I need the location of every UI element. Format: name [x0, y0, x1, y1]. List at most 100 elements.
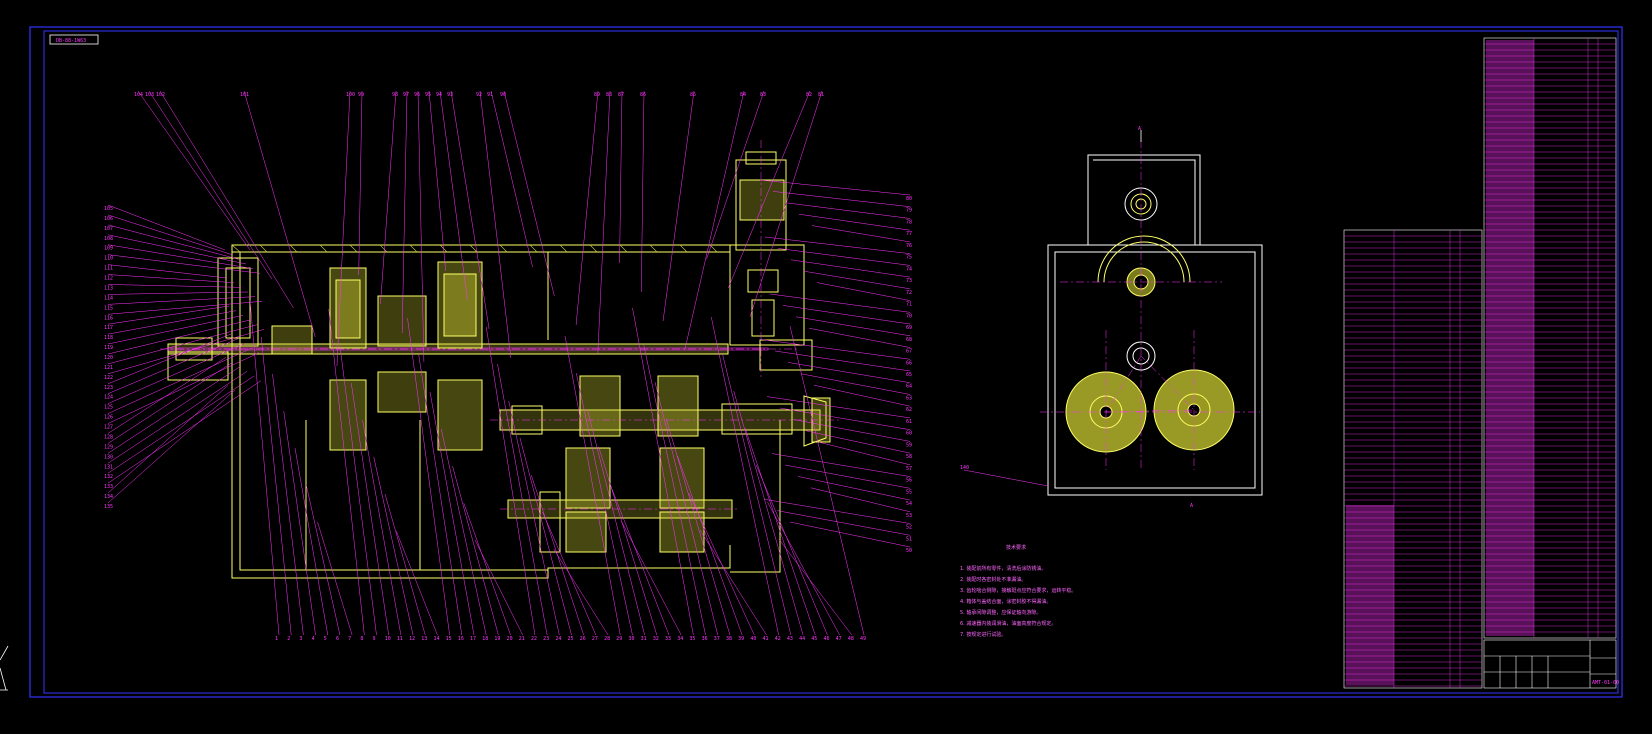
- leader-line: [107, 380, 262, 484]
- part-label: 67: [906, 349, 912, 355]
- leader-line: [351, 382, 389, 636]
- part-label: 115: [104, 305, 113, 311]
- part-label: 44: [799, 636, 805, 642]
- leader-line: [787, 362, 911, 383]
- leader-line: [107, 214, 233, 255]
- part-label: 112: [104, 276, 113, 282]
- part-label: 39: [738, 636, 744, 642]
- part-label: 121: [104, 365, 113, 371]
- leader-line: [771, 453, 911, 477]
- leader-line: [772, 191, 911, 207]
- part-label: 75: [906, 255, 912, 261]
- part-label: 64: [906, 384, 912, 390]
- leader-line: [711, 316, 779, 636]
- part-label: 109: [104, 246, 113, 252]
- leader-line: [396, 530, 438, 636]
- part-label: 62: [906, 407, 912, 413]
- part-label: 25: [568, 636, 574, 642]
- right-part-labels: 80 79 78 77 76 75 74 73 72 71 70 69 68 67 66 65 64 63 62 61…: [906, 196, 912, 554]
- leader-line: [774, 350, 911, 372]
- part-label: 32: [653, 636, 659, 642]
- leader-line: [777, 248, 911, 266]
- leader-line: [784, 464, 911, 489]
- leader-line: [722, 353, 792, 636]
- part-label: 41: [763, 636, 769, 642]
- part-label: 29: [616, 636, 622, 642]
- part-label: 11: [397, 636, 403, 642]
- part-label: 35: [689, 636, 695, 642]
- leader-line: [107, 204, 226, 251]
- part-label: 61: [906, 419, 912, 425]
- part-label: 20: [507, 636, 513, 642]
- part-label: 111: [104, 266, 113, 272]
- leader-line: [428, 90, 446, 272]
- part-label: 31: [641, 636, 647, 642]
- part-label: 16: [458, 636, 464, 642]
- part-label: 101: [240, 92, 249, 98]
- part-label: 2: [287, 636, 290, 642]
- leader-line: [808, 327, 911, 348]
- leader-line: [800, 373, 911, 395]
- part-label: 86: [640, 92, 646, 98]
- left-part-labels: 105 106 107 108 109 110 111 112 113 114 115 116 117 1…: [104, 206, 113, 510]
- part-label: 68: [906, 337, 912, 343]
- part-label: 46: [823, 636, 829, 642]
- tech-requirement-line: 5. 轴承间隙调整，应保证轴向游隙。: [960, 609, 1041, 616]
- leader-line: [486, 326, 536, 636]
- leader-line: [272, 373, 304, 636]
- part-label: 79: [906, 208, 912, 214]
- part-label: 14: [433, 636, 439, 642]
- part-label: 116: [104, 315, 113, 321]
- leader-line: [790, 259, 911, 278]
- leader-line: [107, 296, 256, 305]
- part-label: 38: [726, 636, 732, 642]
- part-label: 80: [906, 196, 912, 202]
- part-label: 6: [336, 636, 339, 642]
- leader-line: [441, 428, 487, 636]
- leader-line: [818, 441, 911, 466]
- part-label: 125: [104, 405, 113, 411]
- leader-line: [107, 284, 242, 288]
- leader-line: [619, 90, 623, 264]
- parts-list-fill: [1346, 40, 1534, 685]
- part-label: 131: [104, 464, 113, 470]
- part-label: 43: [787, 636, 793, 642]
- part-label: 92: [476, 92, 482, 98]
- part-label: 8: [360, 636, 363, 642]
- leader-line: [763, 498, 911, 524]
- leader-line: [373, 456, 414, 636]
- leader-line: [107, 389, 236, 504]
- section-mark-bottom: A: [1190, 503, 1193, 509]
- part-label: 45: [811, 636, 817, 642]
- center-lines: [160, 140, 840, 510]
- part-label: 74: [906, 266, 912, 272]
- tech-requirements-title: 技术要求: [1006, 544, 1026, 551]
- leader-line: [328, 308, 365, 636]
- part-label: 28: [604, 636, 610, 642]
- part-label: 98: [392, 92, 398, 98]
- leader-line: [137, 90, 251, 251]
- part-label: 48: [848, 636, 854, 642]
- leader-line: [789, 521, 911, 548]
- part-label: 47: [836, 636, 842, 642]
- part-label: 22: [531, 636, 537, 642]
- leader-line: [598, 446, 658, 636]
- part-label: 134: [104, 494, 113, 500]
- part-label: 26: [580, 636, 586, 642]
- part-label: 9: [373, 636, 376, 642]
- part-label: 123: [104, 385, 113, 391]
- part-label: 23: [543, 636, 549, 642]
- leader-line: [380, 90, 397, 305]
- part-label: 58: [906, 454, 912, 460]
- leader-line: [479, 90, 512, 359]
- part-label: 24: [555, 636, 561, 642]
- leader-line: [107, 244, 254, 269]
- leader-line: [452, 465, 499, 636]
- leader-line: [474, 539, 523, 636]
- part-label: 50: [906, 548, 912, 554]
- tech-requirement-line: 1. 装配前所有零件，清洗后涂防锈油。: [960, 565, 1046, 572]
- part-label: 42: [775, 636, 781, 642]
- part-label: 17: [470, 636, 476, 642]
- leader-line: [776, 510, 911, 536]
- leader-line: [107, 352, 260, 424]
